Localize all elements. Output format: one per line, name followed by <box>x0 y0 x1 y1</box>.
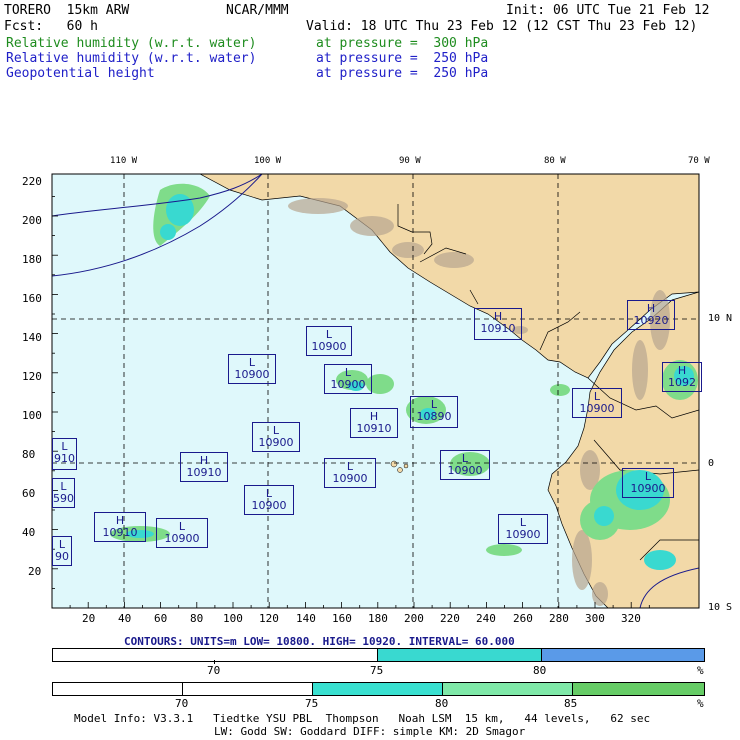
center-label-low: L 10900 <box>306 326 352 356</box>
center-label-low: L 10900 <box>156 518 208 548</box>
center-value: 10910 <box>102 526 138 539</box>
center-value: 10900 <box>447 464 483 477</box>
center-value: 590 <box>53 492 74 505</box>
x-tick: 280 <box>549 612 569 625</box>
y-tick: 200 <box>22 214 42 227</box>
x-tick: 240 <box>476 612 496 625</box>
center-label-low: L 10900 <box>622 468 674 498</box>
lat-label-10s: 10 S <box>708 602 733 613</box>
colorbar-2-label-80: 80 <box>435 697 449 710</box>
center-label-low: L 10900 <box>498 514 548 544</box>
y-tick: 100 <box>22 409 42 422</box>
lat-label-10n: 10 N <box>708 313 733 324</box>
center-label-low: L 10900 <box>324 458 376 488</box>
center-value: 10900 <box>579 402 615 415</box>
center-value: 10920 <box>633 314 669 327</box>
center-label-low: L 10900 <box>252 422 300 452</box>
y-tick: 80 <box>22 448 36 461</box>
colorbar-2-label-70: 70 <box>175 697 189 710</box>
colorbar-2-seg-a <box>53 683 313 695</box>
y-tick: 120 <box>22 370 42 383</box>
center-label-low: L 910 <box>52 438 77 470</box>
y-tick: 160 <box>22 292 42 305</box>
x-tick: 180 <box>368 612 388 625</box>
center-value: 10900 <box>630 482 666 495</box>
x-tick: 40 <box>118 612 132 625</box>
center-value: 10910 <box>480 322 516 335</box>
center-label-low: L 10890 <box>410 396 458 428</box>
center-label-low: L 10900 <box>324 364 372 394</box>
center-value: 10900 <box>505 528 541 541</box>
colorbar-2-seg-c <box>443 683 573 695</box>
center-value: 10900 <box>332 472 368 485</box>
center-label-high: H 10920 <box>627 300 675 330</box>
center-value: 1092 <box>668 376 696 389</box>
colorbar-2-unit: % <box>697 697 704 710</box>
center-value: 10890 <box>416 410 452 423</box>
colorbar-2-label-85: 85 <box>564 697 578 710</box>
colorbar-2-seg-b <box>313 683 443 695</box>
center-label-low: L 10900 <box>228 354 276 384</box>
center-label-low: L 10900 <box>440 450 490 480</box>
x-tick: 80 <box>190 612 204 625</box>
y-tick: 40 <box>22 526 36 539</box>
center-label-low: L 10900 <box>244 485 294 515</box>
colorbar-250hpa <box>52 648 705 662</box>
colorbar-1-label-75: 75 <box>370 664 384 677</box>
center-label-low: L 10900 <box>572 388 622 418</box>
center-value: 10900 <box>234 368 270 381</box>
center-value: 10900 <box>251 499 287 512</box>
colorbar-1-seg-a <box>53 649 378 661</box>
x-tick: 140 <box>296 612 316 625</box>
x-tick: 220 <box>440 612 460 625</box>
x-tick: 320 <box>621 612 641 625</box>
y-tick: 180 <box>22 253 42 266</box>
y-tick: 20 <box>28 565 42 578</box>
y-tick: 220 <box>22 175 42 188</box>
center-value: 10910 <box>356 422 392 435</box>
center-label-high: H 10910 <box>474 308 522 340</box>
model-info: Model Info: V3.3.1 Tiedtke YSU PBL Thomp… <box>74 712 651 725</box>
x-tick: 120 <box>259 612 279 625</box>
colorbar-1-label-70: 70 <box>207 664 221 677</box>
colorbar-1-label-80: 80 <box>533 664 547 677</box>
colorbar-2-seg-d <box>573 683 704 695</box>
center-value: 90 <box>55 550 69 563</box>
center-label-high: H 10910 <box>180 452 228 482</box>
center-label-high: H 10910 <box>350 408 398 438</box>
contour-info: CONTOURS: UNITS=m LOW= 10800. HIGH= 1092… <box>124 635 515 648</box>
model-physics: LW: Godd SW: Goddard DIFF: simple KM: 2D… <box>214 725 526 738</box>
colorbar-1-unit: % <box>697 664 704 677</box>
x-tick: 160 <box>332 612 352 625</box>
x-tick: 100 <box>223 612 243 625</box>
lat-label-0: 0 <box>708 458 715 469</box>
center-label-low: L 590 <box>52 478 75 508</box>
y-tick: 140 <box>22 331 42 344</box>
y-tick: 60 <box>22 487 36 500</box>
colorbar-1-seg-b <box>378 649 542 661</box>
center-label-high: H 1092 <box>662 362 702 392</box>
x-tick: 260 <box>513 612 533 625</box>
colorbar-300hpa <box>52 682 705 696</box>
center-label-high: H 10910 <box>94 512 146 542</box>
center-value: 10900 <box>258 436 294 449</box>
x-tick: 60 <box>154 612 168 625</box>
x-tick: 20 <box>82 612 96 625</box>
center-value: 10910 <box>186 466 222 479</box>
center-label-low: L 90 <box>52 536 72 566</box>
colorbar-2-label-75: 75 <box>305 697 319 710</box>
colorbar-1-seg-c <box>542 649 704 661</box>
x-tick: 200 <box>404 612 424 625</box>
center-value: 910 <box>54 452 75 465</box>
center-value: 10900 <box>164 532 200 545</box>
center-value: 10900 <box>330 378 366 391</box>
center-value: 10900 <box>311 340 347 353</box>
x-tick: 300 <box>585 612 605 625</box>
